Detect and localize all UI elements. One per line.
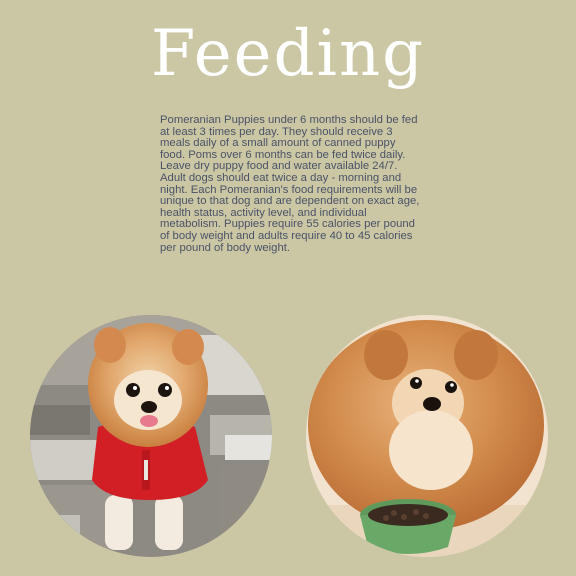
page-title: Feeding <box>150 17 426 91</box>
pomeranian-food-bowl-photo <box>306 315 548 557</box>
pomeranian-red-sweater-photo <box>30 315 272 557</box>
pomeranian-red-sweater-image <box>30 315 272 557</box>
pomeranian-food-bowl-image <box>306 315 548 557</box>
feeding-description: Pomeranian Puppies under 6 months should… <box>160 114 420 254</box>
